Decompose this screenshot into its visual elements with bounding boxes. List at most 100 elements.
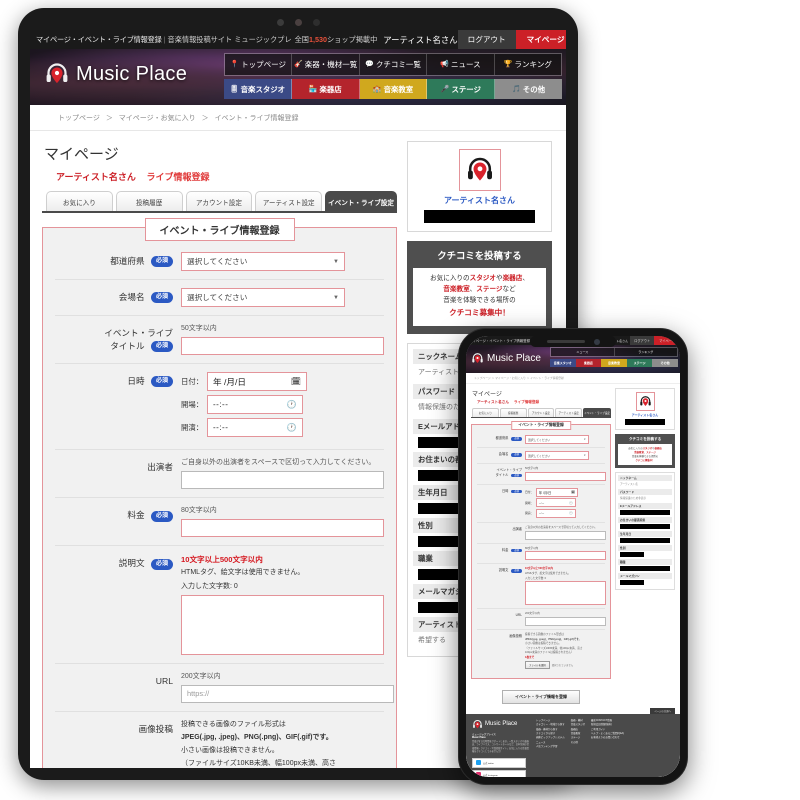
performers-input[interactable] [181,471,384,490]
phone-settings-tabs: お気に入り 投稿履歴 アカウント設定 アーティスト設定 イベント・ライブ設定 [471,408,611,418]
clock-icon[interactable]: 🕐 [569,501,573,505]
phone-file-picker-row: ファイルを選択 選択されていません [525,660,604,669]
phone-breadcrumb-home[interactable]: トップページ [474,376,491,380]
phone-submit-event-button[interactable]: イベント・ライブ情報を登録 [502,689,580,704]
phone-sidebar-artist-name[interactable]: アーティスト名さん [619,413,671,417]
phone-site-logo[interactable]: Music Place [471,352,541,365]
megaphone-icon: 📢 [440,61,449,68]
site-logo[interactable]: Music Place [44,61,187,87]
page-top-button[interactable]: ページの先頭へ [650,707,675,714]
phone-venue-value: 選択してください [528,453,551,458]
footer-logo[interactable]: Music Place [472,719,530,730]
phone-form-row-description: 説明文 必須 10文字以上500文字以内 HTMLタグ、絵文字は使用できません。… [477,564,606,610]
calendar-icon[interactable]: 🗓 [571,490,575,494]
phone-description-textarea[interactable] [525,581,606,606]
sidebar-artist-name[interactable]: アーティスト名さん [414,195,545,206]
phone-event-title-input[interactable] [525,471,606,481]
clock-icon[interactable]: 🕐 [569,511,573,515]
nav-item-reviews[interactable]: 💬 クチコミ一覧 [359,54,428,75]
footer-link[interactable]: その他 [571,741,585,745]
calendar-icon[interactable]: 🗓 [291,377,301,386]
social-twitter-button[interactable]: 公式 twitter [472,757,526,768]
phone-tab-artist-settings[interactable]: アーティスト設定 [555,408,583,417]
date-input[interactable]: 年 /月/日 🗓 [207,372,307,392]
led-icon [312,18,320,26]
phone-mypage-button[interactable]: マイページ [654,336,680,345]
phone-review-promo-box: クチコミを投稿する お気に入りのスタジオや楽器店 音楽教室、ステージ 音楽を体験… [615,434,675,469]
tab-favorites[interactable]: お気に入り [46,191,113,211]
prefecture-select[interactable]: 選択してください ▼ [181,252,345,271]
event-title-input[interactable] [181,337,384,356]
logout-button[interactable]: ログアウト [457,30,516,49]
nav-item-ranking[interactable]: 🏆 ランキング [494,54,562,75]
phone-tab-event-live-settings[interactable]: イベント・ライブ設定 [583,408,611,417]
phone-image-limit-count: 1枚まで [525,656,535,659]
phone-breadcrumb-mypage[interactable]: マイページ・お気に入り [495,376,526,380]
start-time-input[interactable]: --:-- 🕐 [207,418,303,438]
phone-image-hint-4: （ファイルサイズ10KB未満、幅100px未満、高さ [525,646,583,650]
description-textarea[interactable] [181,594,384,655]
phone-profile-value-gender-redacted [620,552,644,558]
breadcrumb-mypage[interactable]: マイページ・お気に入り [119,115,196,122]
tab-artist-settings[interactable]: アーティスト設定 [255,191,323,211]
phone-profile-key-occupation: 職業 [618,559,672,566]
phone-file-status-text: 選択されていません [551,663,574,667]
nav-item-school[interactable]: 🏫 音楽教室 [359,79,428,99]
phone-tab-account-settings[interactable]: アカウント設定 [527,408,555,417]
social-instagram-button[interactable]: 公式 Instagram [472,769,526,777]
footer-link[interactable]: お客様よりのお問い合わせ [591,736,624,740]
phone-tab-post-history[interactable]: 投稿履歴 [499,408,527,417]
phone-hint-url: 200文字以内 [525,612,540,616]
nav-item-other[interactable]: 🎵 その他 [495,79,562,99]
footer-link[interactable]: カテゴリー・地域から探す [536,723,565,727]
fee-input[interactable] [181,519,384,538]
phone-nav-item-news[interactable]: ニュース [551,348,615,356]
nav-item-instruments[interactable]: 🎸 楽器・機材一覧 [292,54,360,75]
mypage-button[interactable]: マイページ [515,30,566,49]
phone-url-input[interactable] [525,616,606,626]
tab-post-history[interactable]: 投稿履歴 [115,191,183,211]
nav-item-stage[interactable]: 🎤 ステージ [427,79,496,99]
phone-venue-select[interactable]: 選択してください ▼ [525,451,589,460]
nav-item-studio[interactable]: 🎚 音楽スタジオ [224,79,292,99]
nav-item-shop[interactable]: 🏪 楽器店 [291,79,360,99]
sensor-icon [276,18,284,26]
footer-link[interactable]: 音楽スタジオ [571,723,585,727]
tab-event-live-settings[interactable]: イベント・ライブ設定 [325,191,397,211]
nav-item-top[interactable]: 📍 トップページ [225,54,293,75]
phone-performers-input[interactable] [525,530,606,540]
nav-item-news[interactable]: 📢 ニュース [427,54,495,75]
phone-choose-file-button[interactable]: ファイルを選択 [525,660,550,669]
phone-form-row-event-title: イベント・ライブ タイトル 必須 50文字以内 [477,464,606,485]
phone-nav-item-school[interactable]: 音楽教室 [601,358,627,367]
footer-link[interactable]: 人気ランキング学習 [536,745,565,749]
phone-promo-cta[interactable]: クチコミ募集中！ [635,459,654,462]
phone-nav-item-other[interactable]: その他 [652,358,678,367]
venue-select[interactable]: 選択してください ▼ [181,288,345,307]
phone-start-time-input[interactable]: --:-- 🕐 [536,508,576,518]
phone-open-time-value: --:-- [539,500,545,505]
phone-date-input[interactable]: 年 /月/日 🗓 [536,487,578,497]
phone-logout-button[interactable]: ログアウト [630,336,655,345]
secondary-nav: 🎚 音楽スタジオ 🏪 楽器店 🏫 音楽教室 🎤 ステージ 🎵 その他 [224,79,562,99]
open-time-input[interactable]: --:-- 🕐 [207,395,303,415]
tab-account-settings[interactable]: アカウント設定 [185,191,253,211]
phone-prefecture-select[interactable]: 選択してください ▼ [525,435,589,444]
phone-nav-item-studio[interactable]: 音楽スタジオ [550,358,576,367]
hint-description-limit: 10文字以上500文字以内 [181,555,263,565]
clock-icon[interactable]: 🕐 [287,423,297,432]
phone-open-time-input[interactable]: --:-- 🕐 [536,498,576,508]
phone-fee-input[interactable] [525,551,606,561]
phone-nav-item-stage[interactable]: ステージ [626,358,653,367]
url-input[interactable]: https:// [181,684,394,703]
phone-tab-favorites[interactable]: お気に入り [472,408,499,417]
promo-cta[interactable]: クチコミ募集中！ [449,308,510,317]
front-camera-icon [593,338,600,345]
breadcrumb-home[interactable]: トップページ [58,115,100,122]
phone-site-logo-text: Music Place [487,353,541,364]
clock-icon[interactable]: 🕐 [287,400,297,409]
phone-nav-item-shop[interactable]: 楽器店 [575,358,602,367]
phone-avatar [635,392,655,411]
phone-profile-value-email-redacted [620,510,670,516]
phone-nav-item-ranking[interactable]: ランキング [614,348,677,356]
